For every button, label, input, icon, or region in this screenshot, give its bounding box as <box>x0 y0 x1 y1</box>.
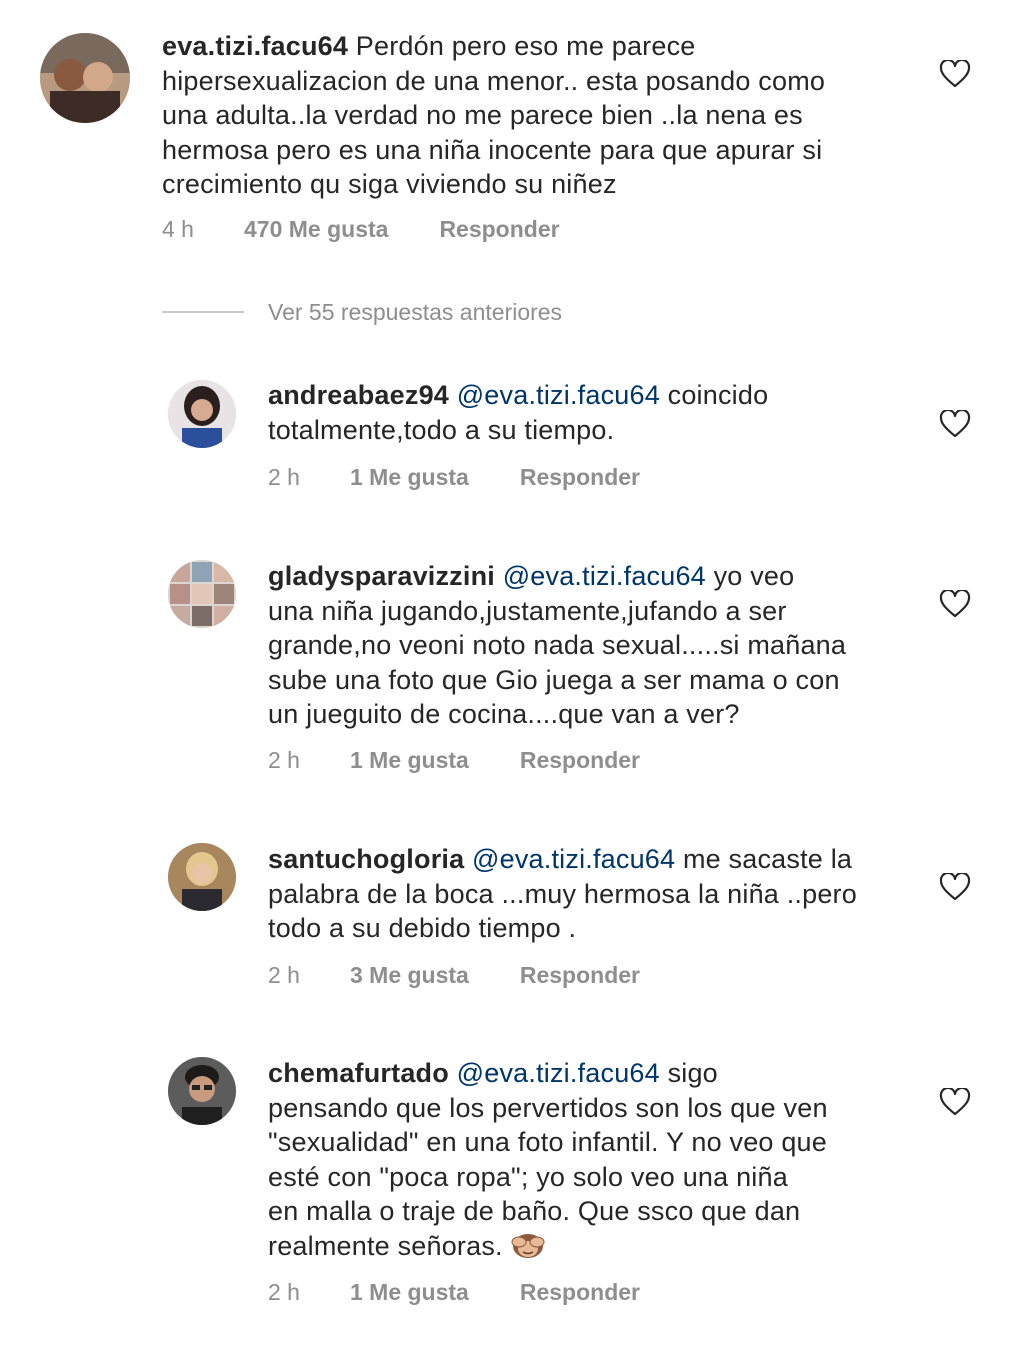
comment-time: 2 h <box>268 747 300 773</box>
likes-count-button[interactable]: 1 Me gusta <box>350 464 469 491</box>
like-heart-icon[interactable] <box>939 873 971 901</box>
like-heart-icon[interactable] <box>939 1088 971 1116</box>
see-no-evil-monkey-icon <box>510 1229 546 1259</box>
comment-text-line: hermosa pero es una niña inocente para q… <box>162 134 823 165</box>
comment-text-line: pensando que los pervertidos son los que… <box>268 1092 828 1123</box>
reply-button[interactable]: Responder <box>520 747 640 774</box>
comment-text-line: hipersexualizacion de una menor.. esta p… <box>162 65 826 96</box>
view-replies-label: Ver 55 respuestas anteriores <box>268 298 563 325</box>
reply-button[interactable]: Responder <box>520 1279 640 1306</box>
mention-link[interactable]: @eva.tizi.facu64 <box>457 1058 660 1088</box>
comment-text-line: todo a su debido tiempo . <box>268 913 577 943</box>
avatar-photo-icon <box>168 380 236 448</box>
like-heart-icon[interactable] <box>939 410 971 438</box>
comment-text-line: yo veo <box>713 561 795 591</box>
likes-count-button[interactable]: 470 Me gusta <box>244 216 388 243</box>
comment-username[interactable]: andreabaez94 <box>268 380 449 410</box>
like-heart-icon[interactable] <box>939 590 971 618</box>
mention-link[interactable]: @eva.tizi.facu64 <box>472 844 675 874</box>
avatar[interactable] <box>168 560 236 628</box>
comment-username[interactable]: eva.tizi.facu64 <box>162 31 348 61</box>
avatar[interactable] <box>168 1057 236 1125</box>
avatar-collage-icon <box>168 560 236 628</box>
comment-text-line: esté con "poca ropa"; yo solo veo una ni… <box>268 1161 788 1192</box>
comment-text-line: palabra de la boca ...muy hermosa la niñ… <box>268 878 857 909</box>
comment-time: 2 h <box>268 962 300 988</box>
comment-text-line: coincido <box>667 380 769 410</box>
comment-username[interactable]: chemafurtado <box>268 1058 449 1088</box>
comment-text-line: sigo <box>667 1058 718 1088</box>
comment-text-line: grande,no veoni noto nada sexual.....si … <box>268 630 847 660</box>
comment-text-line: crecimiento qu siga viviendo su niñez <box>162 169 617 199</box>
avatar-photo-icon <box>168 843 236 911</box>
likes-count-button[interactable]: 1 Me gusta <box>350 747 469 774</box>
reply-button[interactable]: Responder <box>439 216 559 243</box>
comment-text-line: una adulta..la verdad no me parece bien … <box>162 100 803 130</box>
comment-time: 2 h <box>268 1279 300 1305</box>
reply-button[interactable]: Responder <box>520 464 640 491</box>
view-previous-replies-button[interactable]: Ver 55 respuestas anteriores <box>162 296 562 328</box>
mention-link[interactable]: @eva.tizi.facu64 <box>457 380 660 410</box>
avatar[interactable] <box>40 33 130 123</box>
comment-time: 4 h <box>162 216 194 242</box>
divider-line <box>162 311 244 313</box>
likes-count-button[interactable]: 3 Me gusta <box>350 962 469 989</box>
comment-text-line: "sexualidad" en una foto infantil. Y no … <box>268 1127 827 1157</box>
mention-link[interactable]: @eva.tizi.facu64 <box>503 561 706 591</box>
comment-text-line: sube una foto que Gio juega a ser mama o… <box>268 664 840 695</box>
comment-text-line: un jueguito de cocina....que van a ver? <box>268 699 740 729</box>
reply-button[interactable]: Responder <box>520 962 640 989</box>
avatar-photo-icon <box>40 33 130 123</box>
comment-text-line: realmente señoras. <box>268 1230 503 1261</box>
comment-text-line: me sacaste la <box>682 844 853 874</box>
like-heart-icon[interactable] <box>939 60 971 88</box>
avatar-photo-icon <box>168 1057 236 1125</box>
avatar[interactable] <box>168 843 236 911</box>
comment-username[interactable]: gladysparavizzini <box>268 561 495 591</box>
comment-username[interactable]: santuchogloria <box>268 844 464 874</box>
avatar[interactable] <box>168 380 236 448</box>
comment-time: 2 h <box>268 464 300 490</box>
comment-text-line: en malla o traje de baño. Que ssco que d… <box>268 1196 801 1226</box>
likes-count-button[interactable]: 1 Me gusta <box>350 1279 469 1306</box>
comment-text-line: totalmente,todo a su tiempo. <box>268 414 615 445</box>
comment-text-line: una niña jugando,justamente,jufando a se… <box>268 595 787 626</box>
comment-text-line: Perdón pero eso me parece <box>355 31 696 61</box>
